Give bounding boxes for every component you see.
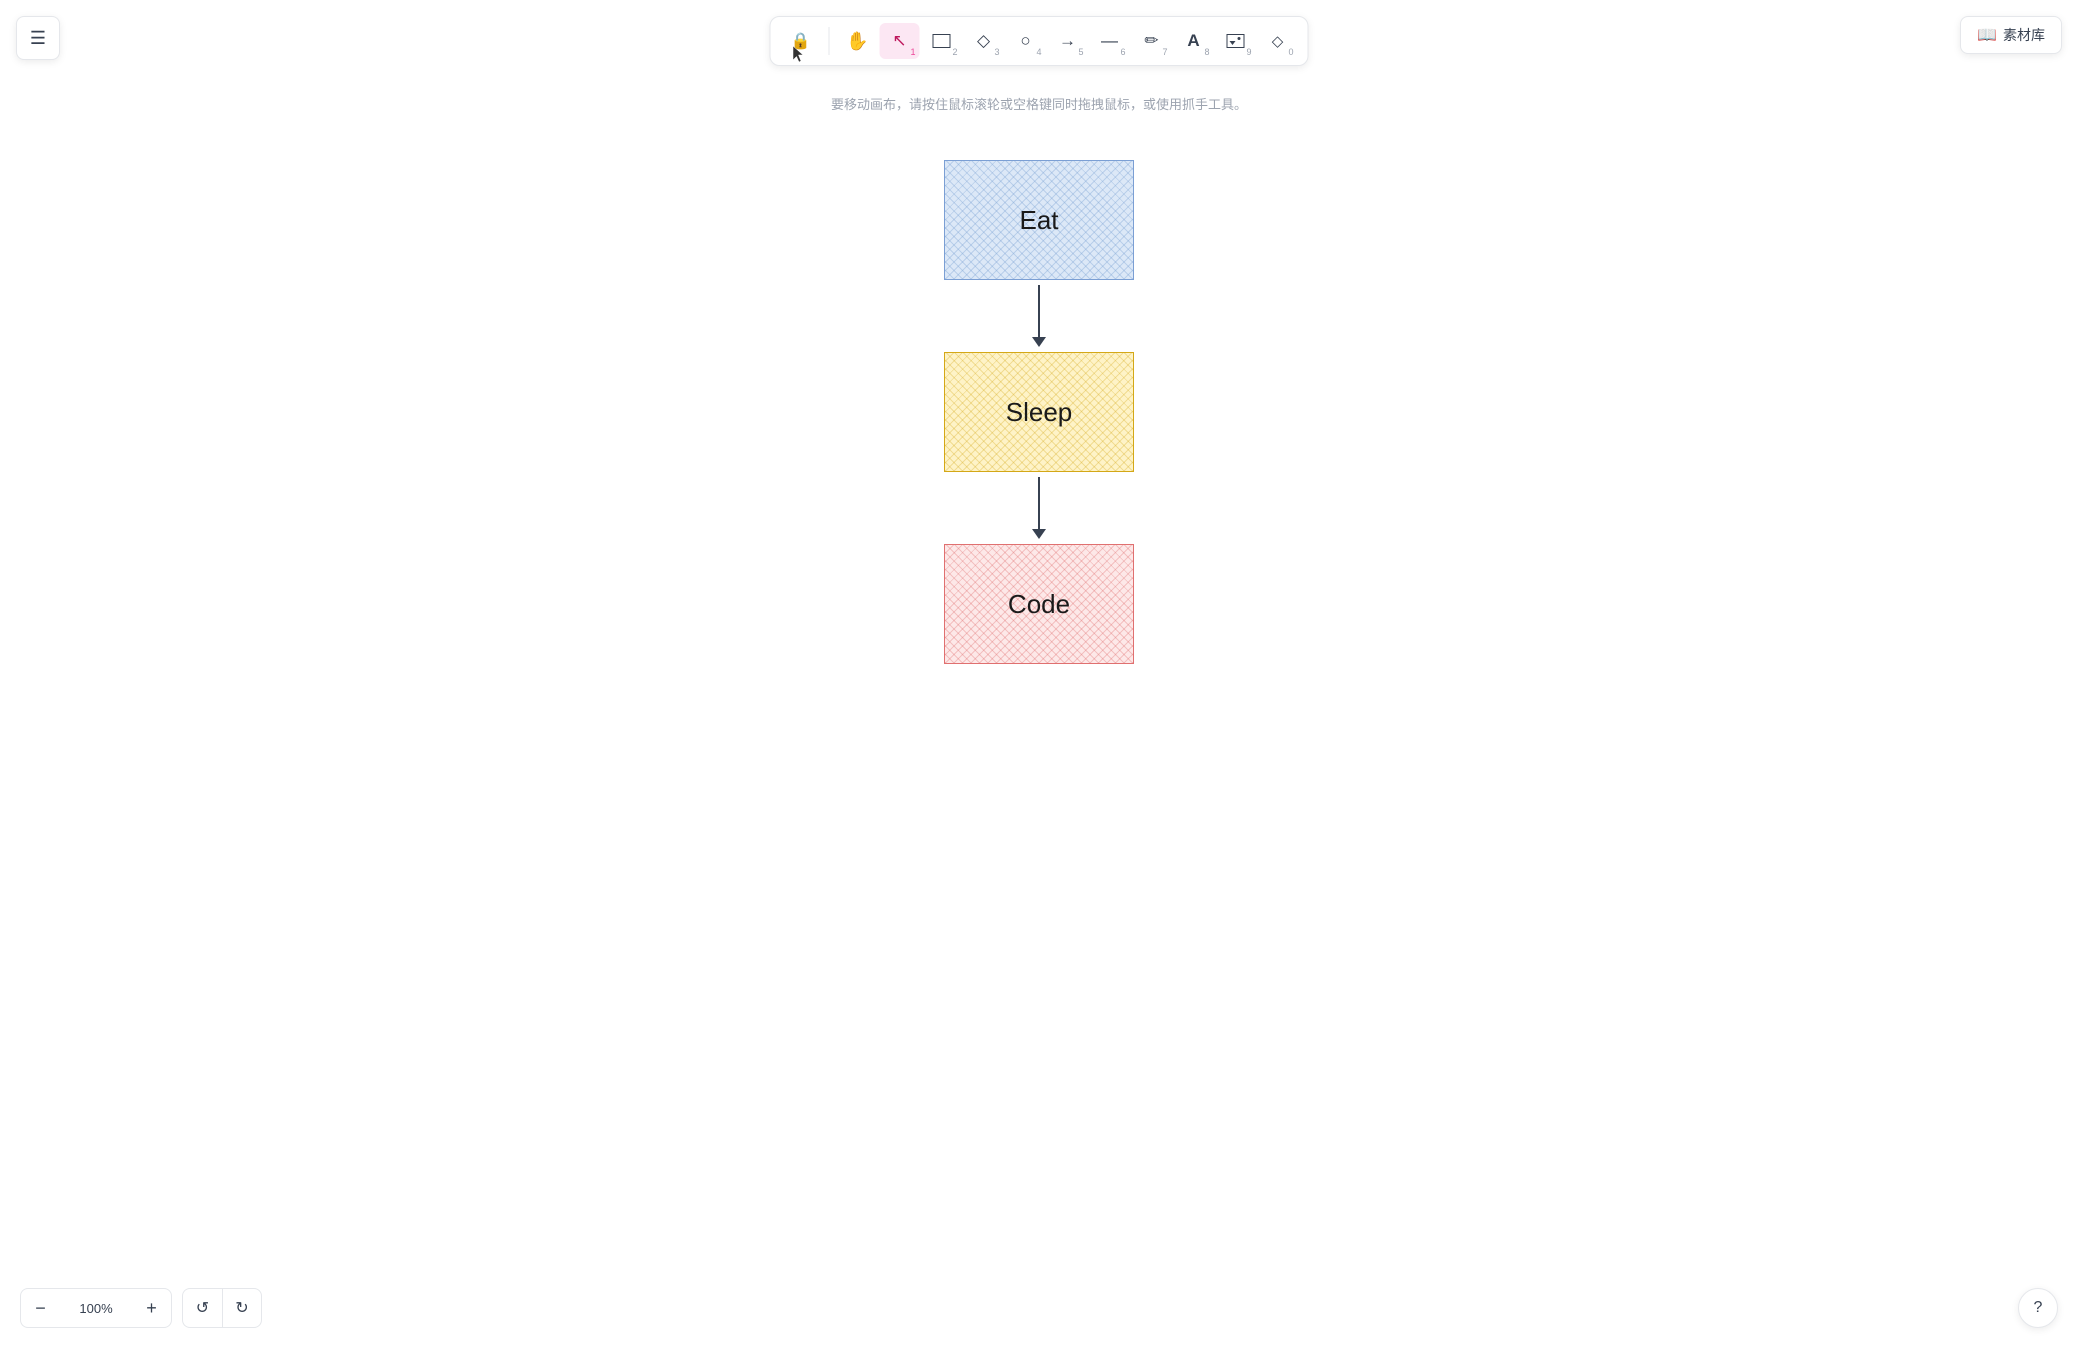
image-shortcut: 9	[1246, 48, 1251, 57]
image-icon	[1227, 34, 1245, 48]
help-icon: ?	[2034, 1299, 2043, 1317]
code-label: Code	[1008, 589, 1070, 620]
zoom-in-icon: +	[146, 1298, 157, 1319]
history-buttons: ↺ ↻	[182, 1288, 262, 1328]
lock-icon: 🔒	[791, 31, 811, 51]
text-tool-button[interactable]: A 8	[1174, 23, 1214, 59]
ellipse-shortcut: 4	[1036, 48, 1041, 57]
toolbar-divider-1	[829, 27, 830, 55]
menu-button[interactable]: ☰	[16, 16, 60, 60]
arrow-tool-button[interactable]: → 5	[1048, 23, 1088, 59]
eraser-icon: ◇	[1272, 32, 1284, 50]
zoom-display[interactable]: 100%	[60, 1288, 132, 1328]
image-tool-button[interactable]: 9	[1216, 23, 1256, 59]
arrow-icon: →	[1059, 31, 1076, 51]
ellipse-tool-button[interactable]: ○ 4	[1006, 23, 1046, 59]
line-tool-button[interactable]: — 6	[1090, 23, 1130, 59]
line-shortcut: 6	[1120, 48, 1125, 57]
rect-tool-button[interactable]: 2	[922, 23, 962, 59]
menu-icon: ☰	[30, 28, 46, 49]
text-shortcut: 8	[1204, 48, 1209, 57]
arrow-line-2	[1038, 477, 1040, 529]
zoom-in-button[interactable]: +	[132, 1288, 172, 1328]
library-icon: 📖	[1977, 25, 1997, 45]
arrow-2	[1032, 472, 1046, 544]
hand-icon: ✋	[846, 31, 868, 52]
diamond-icon: ◇	[977, 31, 990, 51]
arrow-head-1	[1032, 337, 1046, 347]
text-icon: A	[1187, 31, 1199, 51]
undo-button[interactable]: ↺	[182, 1288, 222, 1328]
select-tool-button[interactable]: ↖ 1	[880, 23, 920, 59]
diamond-shortcut: 3	[994, 48, 999, 57]
pen-icon: ✏	[1144, 31, 1158, 51]
rect-shortcut: 2	[952, 48, 957, 57]
bottom-toolbar: − 100% + ↺ ↻	[20, 1288, 262, 1328]
undo-icon: ↺	[196, 1298, 209, 1318]
pen-tool-button[interactable]: ✏ 7	[1132, 23, 1172, 59]
flowchart: Eat Sleep Code	[944, 160, 1134, 664]
rect-icon	[933, 34, 951, 48]
select-icon: ↖	[892, 31, 906, 51]
select-shortcut: 1	[910, 48, 915, 57]
eat-label: Eat	[1019, 205, 1058, 236]
lock-tool-button[interactable]: 🔒	[781, 23, 821, 59]
zoom-out-icon: −	[35, 1298, 46, 1319]
eraser-shortcut: 0	[1288, 48, 1293, 57]
arrow-1	[1032, 280, 1046, 352]
arrow-line-1	[1038, 285, 1040, 337]
sleep-label: Sleep	[1006, 397, 1073, 428]
line-icon: —	[1101, 31, 1118, 51]
zoom-out-button[interactable]: −	[20, 1288, 60, 1328]
hand-tool-button[interactable]: ✋	[838, 23, 878, 59]
library-label: 素材库	[2003, 25, 2045, 45]
toolbar: 🔒 ✋ ↖ 1 2 ◇ 3 ○ 4 → 5 — 6 ✏ 7 A 8	[770, 16, 1309, 66]
redo-button[interactable]: ↻	[222, 1288, 262, 1328]
pen-shortcut: 7	[1162, 48, 1167, 57]
sleep-node[interactable]: Sleep	[944, 352, 1134, 472]
eraser-tool-button[interactable]: ◇ 0	[1258, 23, 1298, 59]
arrow-head-2	[1032, 529, 1046, 539]
diamond-tool-button[interactable]: ◇ 3	[964, 23, 1004, 59]
help-button[interactable]: ?	[2018, 1288, 2058, 1328]
redo-icon: ↻	[235, 1298, 248, 1318]
library-button[interactable]: 📖 素材库	[1960, 16, 2062, 54]
eat-node[interactable]: Eat	[944, 160, 1134, 280]
arrow-shortcut: 5	[1078, 48, 1083, 57]
ellipse-icon: ○	[1020, 31, 1030, 51]
code-node[interactable]: Code	[944, 544, 1134, 664]
hint-text: 要移动画布，请按住鼠标滚轮或空格键同时拖拽鼠标，或使用抓手工具。	[831, 94, 1247, 113]
